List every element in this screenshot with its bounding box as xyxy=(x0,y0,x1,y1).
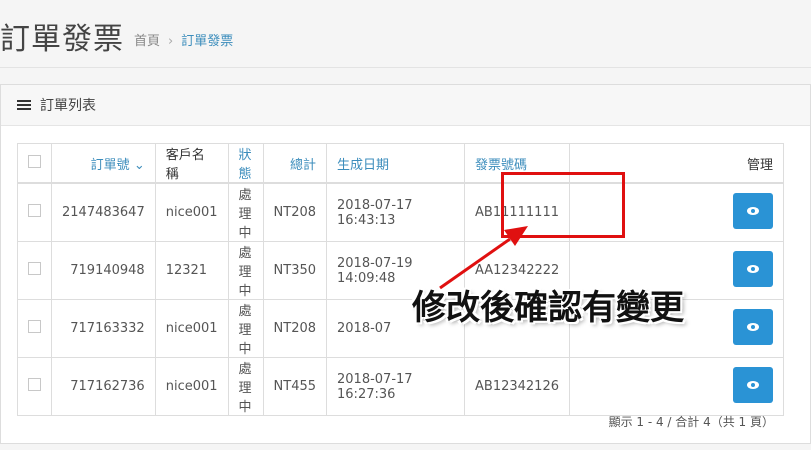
annotation-text: 修改後確認有變更 xyxy=(412,288,684,328)
annotation-arrow xyxy=(439,226,528,290)
